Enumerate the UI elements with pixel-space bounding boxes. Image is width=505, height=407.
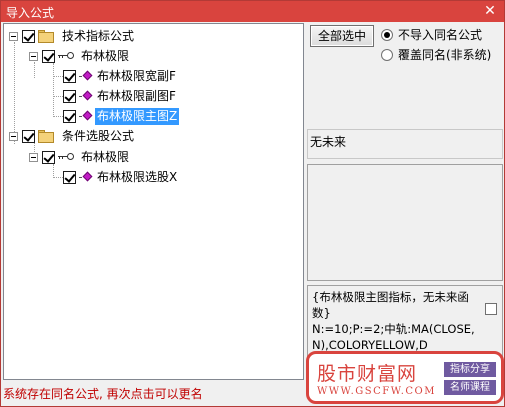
watermark-logo: 股市财富网 WWW.GSCFW.COM 指标分享 名师课程 bbox=[306, 351, 504, 404]
item-checkbox[interactable] bbox=[63, 89, 76, 103]
gem-icon bbox=[79, 171, 93, 184]
item-label: 布林极限宽副F bbox=[97, 68, 176, 83]
item-checkbox[interactable] bbox=[63, 170, 76, 184]
radio-label: 覆盖同名(非系统) bbox=[398, 48, 492, 62]
radio-no-import-same[interactable]: 不导入同名公式 bbox=[381, 26, 482, 43]
collapse-toggle[interactable] bbox=[29, 152, 38, 162]
radio-dot[interactable] bbox=[381, 48, 393, 61]
watermark-tag: 名师课程 bbox=[444, 380, 496, 395]
description-checkbox[interactable] bbox=[485, 303, 497, 315]
formula-checkbox[interactable] bbox=[42, 49, 55, 63]
item-checkbox[interactable] bbox=[63, 69, 76, 83]
collapse-toggle[interactable] bbox=[9, 31, 18, 41]
tree-formula-node[interactable]: 布林极限 bbox=[29, 147, 131, 167]
collapse-toggle[interactable] bbox=[29, 51, 38, 61]
status-message: 系统存在同名公式, 再次点击可以更名 bbox=[3, 387, 203, 401]
folder-icon bbox=[38, 129, 55, 143]
gem-icon bbox=[79, 70, 93, 83]
close-icon[interactable]: ✕ bbox=[482, 2, 498, 20]
formula-description: {布林极限主图指标，无未来函数} N:=10;P:=2;中轨:MA(CLOSE,… bbox=[312, 290, 475, 352]
radio-dot[interactable] bbox=[381, 28, 393, 41]
item-label: 布林极限选股X bbox=[97, 169, 178, 184]
tree-item[interactable]: 布林极限选股X bbox=[63, 167, 179, 187]
tree-group-stock-screen[interactable]: 条件选股公式 bbox=[9, 126, 136, 146]
select-all-button[interactable]: 全部选中 bbox=[310, 25, 374, 47]
window-title: 导入公式 bbox=[6, 6, 55, 20]
item-label: 布林极限主图Z bbox=[95, 107, 180, 125]
group-checkbox[interactable] bbox=[22, 129, 35, 143]
tree-group-technical[interactable]: 技术指标公式 bbox=[9, 26, 136, 46]
gem-icon bbox=[79, 110, 93, 123]
formula-label: 布林极限 bbox=[81, 48, 130, 63]
tree-line bbox=[53, 63, 54, 117]
watermark-tag: 指标分享 bbox=[444, 362, 496, 377]
formula-tree[interactable]: 技术指标公式 布林极限 布林极限宽副F 布林极限副图F 布林极限主图Z 条件选股… bbox=[3, 23, 304, 380]
gem-icon bbox=[79, 90, 93, 103]
radio-label: 不导入同名公式 bbox=[398, 28, 483, 42]
preview-pane bbox=[307, 164, 503, 281]
group-label: 技术指标公式 bbox=[62, 28, 135, 43]
radio-overwrite-same[interactable]: 覆盖同名(非系统) bbox=[381, 46, 491, 63]
folder-icon bbox=[38, 29, 55, 43]
watermark-url: WWW.GSCFW.COM bbox=[317, 386, 436, 397]
import-formula-dialog: 导入公式 ✕ 技术指标公式 布林极限 布林极限宽副F 布林极限副图F 布林极限主… bbox=[0, 0, 505, 407]
item-checkbox[interactable] bbox=[63, 109, 76, 123]
title-bar[interactable]: 导入公式 ✕ bbox=[1, 1, 504, 22]
watermark-site-name: 股市财富网 bbox=[317, 363, 418, 385]
collapse-toggle[interactable] bbox=[9, 131, 18, 141]
tree-item-selected[interactable]: 布林极限主图Z bbox=[63, 106, 180, 126]
formula-label: 布林极限 bbox=[81, 149, 130, 164]
key-icon bbox=[58, 152, 75, 162]
tree-formula-node[interactable]: 布林极限 bbox=[29, 46, 131, 66]
formula-checkbox[interactable] bbox=[42, 150, 55, 164]
item-label: 布林极限副图F bbox=[97, 88, 176, 103]
tree-item[interactable]: 布林极限宽副F bbox=[63, 66, 178, 86]
tree-item[interactable]: 布林极限副图F bbox=[63, 86, 178, 106]
group-label: 条件选股公式 bbox=[62, 128, 135, 143]
future-function-status: 无未来 bbox=[307, 129, 503, 159]
group-checkbox[interactable] bbox=[22, 29, 35, 43]
key-icon bbox=[58, 51, 75, 61]
